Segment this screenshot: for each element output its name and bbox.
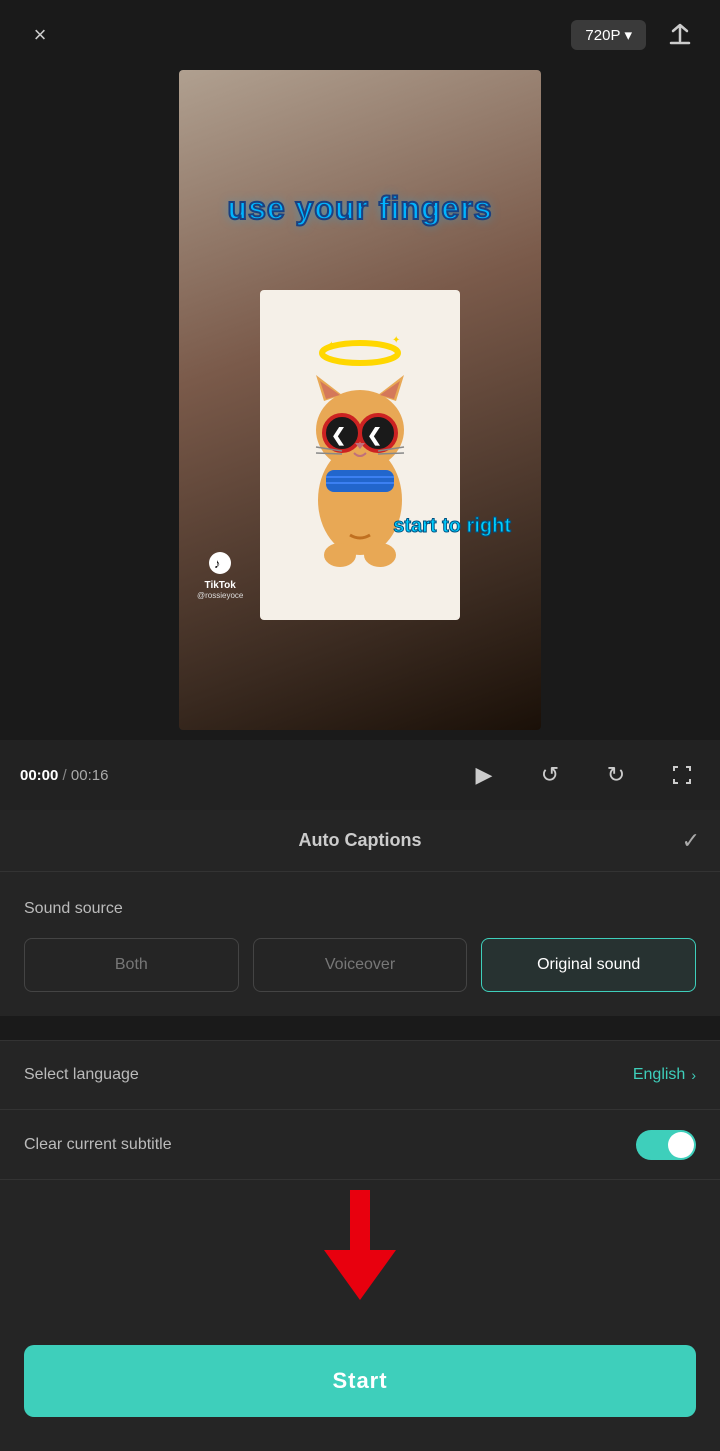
play-button[interactable]: ▶ bbox=[466, 757, 502, 793]
sound-options: Both Voiceover Original sound bbox=[24, 938, 696, 992]
select-language-label: Select language bbox=[24, 1066, 139, 1084]
both-option[interactable]: Both bbox=[24, 938, 239, 992]
arrow-section bbox=[0, 1180, 720, 1310]
quality-button[interactable]: 720P ▾ bbox=[571, 20, 646, 50]
total-time: 00:16 bbox=[71, 767, 109, 784]
video-overlay-text: use your fingers bbox=[228, 190, 493, 227]
clear-subtitle-toggle[interactable] bbox=[636, 1130, 696, 1160]
voiceover-option[interactable]: Voiceover bbox=[253, 938, 468, 992]
clear-subtitle-row: Clear current subtitle bbox=[0, 1110, 720, 1180]
cat-card: ✦ ✦ ❮ ❮ bbox=[260, 290, 460, 620]
svg-text:♪: ♪ bbox=[214, 556, 221, 571]
sound-source-label: Sound source bbox=[24, 900, 696, 918]
svg-text:✦: ✦ bbox=[392, 335, 400, 346]
top-right-controls: 720P ▾ bbox=[571, 15, 700, 55]
clear-subtitle-label: Clear current subtitle bbox=[24, 1136, 172, 1154]
tiktok-user: @rossieyoce bbox=[197, 591, 243, 600]
auto-captions-title: Auto Captions bbox=[299, 830, 422, 851]
current-time: 00:00 bbox=[20, 767, 58, 784]
control-buttons: ▶ ↺ ↻ bbox=[466, 757, 700, 793]
tiktok-watermark: ♪ TikTok @rossieyoce bbox=[197, 552, 243, 600]
confirm-button[interactable]: ✓ bbox=[682, 828, 700, 854]
original-sound-option[interactable]: Original sound bbox=[481, 938, 696, 992]
top-bar: × 720P ▾ bbox=[0, 0, 720, 70]
select-language-row[interactable]: Select language English › bbox=[0, 1040, 720, 1110]
cat-illustration: ✦ ✦ ❮ ❮ bbox=[280, 325, 440, 585]
forward-button[interactable]: ↻ bbox=[598, 757, 634, 793]
svg-text:❮: ❮ bbox=[331, 425, 346, 446]
sound-source-section: Sound source Both Voiceover Original sou… bbox=[0, 872, 720, 1016]
down-arrow-icon bbox=[324, 1190, 396, 1300]
start-button[interactable]: Start bbox=[24, 1345, 696, 1417]
video-preview: use your fingers ✦ ✦ ❮ bbox=[179, 70, 541, 730]
toggle-knob bbox=[668, 1132, 694, 1158]
language-text: English bbox=[633, 1066, 685, 1084]
start-button-section: Start bbox=[0, 1310, 720, 1451]
fullscreen-button[interactable] bbox=[664, 757, 700, 793]
svg-text:✦: ✦ bbox=[328, 340, 335, 349]
svg-text:❮: ❮ bbox=[367, 425, 382, 446]
time-display: 00:00 / 00:16 bbox=[20, 767, 140, 784]
auto-captions-header: Auto Captions ✓ bbox=[0, 810, 720, 872]
close-button[interactable]: × bbox=[20, 15, 60, 55]
start-to-right-text: start to right bbox=[393, 515, 511, 538]
controls-bar: 00:00 / 00:16 ▶ ↺ ↻ bbox=[0, 740, 720, 810]
chevron-right-icon: › bbox=[691, 1067, 696, 1083]
export-button[interactable] bbox=[660, 15, 700, 55]
rewind-button[interactable]: ↺ bbox=[532, 757, 568, 793]
tiktok-label: TikTok bbox=[205, 580, 236, 591]
language-value: English › bbox=[633, 1066, 696, 1084]
